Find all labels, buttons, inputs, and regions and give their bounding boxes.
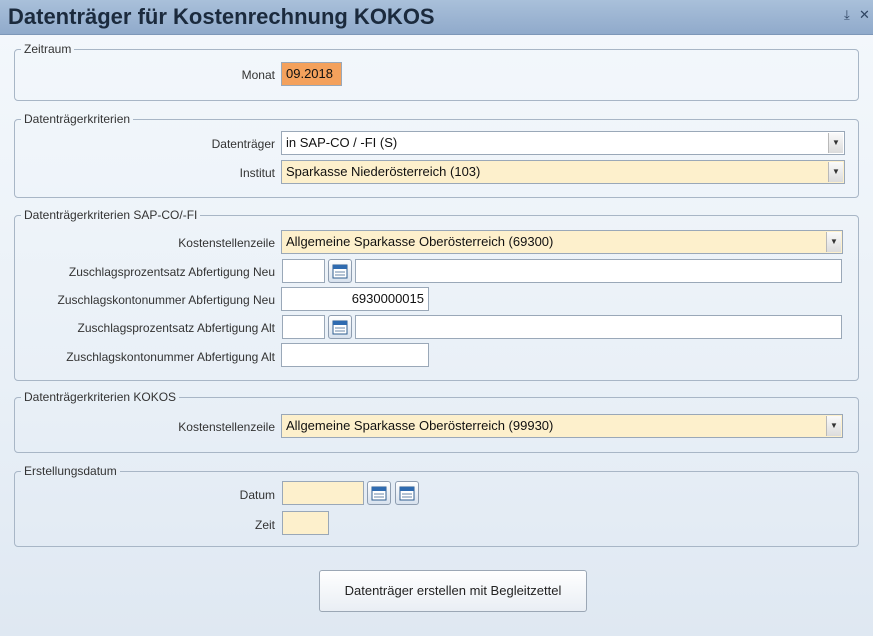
chevron-down-icon[interactable]: ▼ (828, 162, 843, 182)
datentraeger-value: in SAP-CO / -FI (S) (286, 135, 398, 150)
sapco-kostenstellenzeile-select[interactable]: Allgemeine Sparkasse Oberösterreich (693… (281, 230, 843, 254)
zkn-neu-field[interactable]: 6930000015 (281, 287, 429, 311)
datum-calendar-button[interactable] (367, 481, 391, 505)
zps-neu-field[interactable] (282, 259, 325, 283)
zps-neu-label: Zuschlagsprozentsatz Abfertigung Neu (68, 265, 275, 279)
kokos-kostenstellenzeile-select[interactable]: Allgemeine Sparkasse Oberösterreich (999… (281, 414, 843, 438)
chevron-down-icon[interactable]: ▼ (826, 232, 841, 252)
monat-field[interactable]: 09.2018 (281, 62, 342, 86)
zps-neu-description[interactable] (355, 259, 842, 283)
kokos-kostenstellenzeile-label: Kostenstellenzeile (178, 420, 275, 434)
zps-alt-field[interactable] (282, 315, 325, 339)
calendar-icon (332, 320, 348, 335)
datum-label: Datum (239, 488, 275, 502)
zkn-alt-label: Zuschlagskontonummer Abfertigung Alt (66, 350, 275, 364)
kriterien-group: Datenträgerkriterien (14, 112, 859, 198)
close-icon[interactable]: ✕ (859, 7, 870, 23)
monat-label: Monat (241, 68, 275, 82)
sapco-kostenstellenzeile-value: Allgemeine Sparkasse Oberösterreich (693… (286, 234, 554, 249)
zps-neu-lookup-button[interactable] (328, 259, 352, 283)
chevron-down-icon[interactable]: ▼ (826, 416, 841, 436)
institut-select[interactable]: Sparkasse Niederösterreich (103) ▼ (281, 160, 845, 184)
erstellung-group: Erstellungsdatum (14, 464, 859, 547)
zeit-field[interactable] (282, 511, 329, 535)
kokos-kostenstellenzeile-value: Allgemeine Sparkasse Oberösterreich (999… (286, 418, 554, 433)
kriterien-legend: Datenträgerkriterien (24, 112, 131, 126)
datum-calendar-button-2[interactable] (395, 481, 419, 505)
datentraeger-select[interactable]: in SAP-CO / -FI (S) ▼ (281, 131, 845, 155)
title-bar: Datenträger für Kostenrechnung KOKOS ⤓ ✕ (0, 0, 873, 35)
zkn-alt-field[interactable] (281, 343, 429, 367)
datum-field[interactable] (282, 481, 364, 505)
window-title: Datenträger für Kostenrechnung KOKOS (8, 4, 435, 29)
datentraeger-label: Datenträger (211, 137, 275, 151)
minimize-icon[interactable]: ⤓ (844, 7, 850, 23)
chevron-down-icon[interactable]: ▼ (828, 133, 843, 153)
zps-alt-description[interactable] (355, 315, 842, 339)
sapco-legend: Datenträgerkriterien SAP-CO/-FI (24, 208, 198, 222)
calendar-icon (399, 486, 415, 501)
zkn-neu-label: Zuschlagskontonummer Abfertigung Neu (57, 293, 275, 307)
institut-label: Institut (239, 166, 275, 180)
erstellung-legend: Erstellungsdatum (24, 464, 117, 478)
zeitraum-legend: Zeitraum (24, 42, 72, 56)
create-datentraeger-button[interactable]: Datenträger erstellen mit Begleitzettel (319, 570, 587, 612)
zps-alt-label: Zuschlagsprozentsatz Abfertigung Alt (77, 321, 275, 335)
zeit-label: Zeit (254, 518, 275, 532)
zps-alt-lookup-button[interactable] (328, 315, 352, 339)
kokos-legend: Datenträgerkriterien KOKOS (24, 390, 177, 404)
institut-value: Sparkasse Niederösterreich (103) (286, 164, 481, 179)
calendar-icon (332, 264, 348, 279)
kostenstellenzeile-label: Kostenstellenzeile (178, 236, 275, 250)
calendar-icon (371, 486, 387, 501)
